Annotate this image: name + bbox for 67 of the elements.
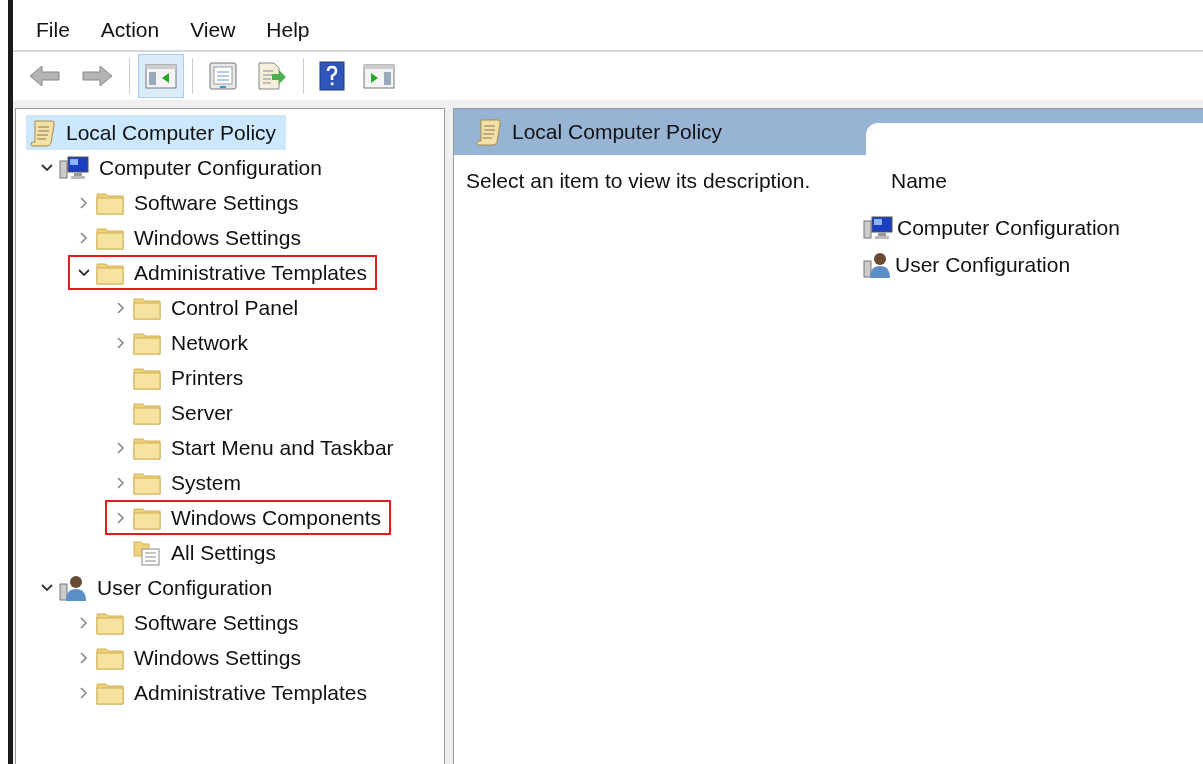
export-list-icon: [256, 61, 288, 91]
folder-icon: [133, 505, 161, 530]
pane-icon: [363, 62, 395, 90]
tree-item[interactable]: System: [105, 465, 251, 500]
tree-item[interactable]: Server: [105, 395, 243, 430]
expand-chevron-icon[interactable]: [79, 230, 89, 245]
computer-icon: [863, 214, 893, 241]
tree-item[interactable]: Computer Configuration: [31, 150, 332, 185]
tree-item[interactable]: Windows Settings: [68, 220, 311, 255]
collapse-chevron-icon[interactable]: [40, 582, 54, 593]
folder-icon: [133, 365, 161, 390]
list-item[interactable]: User Configuration: [861, 246, 1120, 283]
tree-item[interactable]: Start Menu and Taskbar: [105, 430, 404, 465]
tree-item[interactable]: Windows Settings: [68, 640, 311, 675]
pane-icon: [145, 62, 177, 90]
tree-item[interactable]: Printers: [105, 360, 254, 395]
expand-chevron-icon[interactable]: [79, 615, 89, 630]
folder-icon: [133, 435, 161, 460]
menu-item[interactable]: File: [36, 17, 70, 50]
folder-icon: [96, 190, 124, 215]
tree-item[interactable]: Administrative Templates: [68, 255, 378, 290]
tree-item[interactable]: Network: [105, 325, 259, 360]
help-icon: [319, 61, 345, 91]
expand-chevron-icon[interactable]: [79, 685, 89, 700]
tree-item[interactable]: Local Computer Policy: [26, 115, 287, 150]
description-text: Select an item to view its description.: [465, 169, 812, 194]
details-title: Local Computer Policy: [512, 120, 723, 144]
scroll-icon: [476, 118, 502, 146]
list-item[interactable]: Computer Configuration: [861, 209, 1120, 246]
computer-icon: [59, 154, 89, 181]
column-header[interactable]: Name: [861, 169, 1120, 209]
menu-item[interactable]: Action: [100, 17, 160, 50]
folder-icon: [96, 225, 124, 250]
tree-item[interactable]: Windows Components: [105, 500, 392, 535]
show-tree-button[interactable]: [138, 54, 184, 98]
folder-icon: [133, 330, 161, 355]
folder-icon: [96, 680, 124, 705]
folder-icon: [133, 400, 161, 425]
expand-chevron-icon[interactable]: [116, 300, 126, 315]
tree-item[interactable]: Control Panel: [105, 290, 309, 325]
folder-icon: [96, 260, 124, 285]
back-arrow-icon: [28, 63, 62, 89]
expand-chevron-icon[interactable]: [116, 440, 126, 455]
tree-item[interactable]: Software Settings: [68, 605, 309, 640]
folder-icon: [96, 645, 124, 670]
tree-item[interactable]: Software Settings: [68, 185, 309, 220]
folder-icon: [96, 610, 124, 635]
user-icon: [863, 250, 891, 279]
folder-icon: [133, 470, 161, 495]
tree-item[interactable]: User Configuration: [31, 570, 283, 605]
expand-chevron-icon[interactable]: [116, 335, 126, 350]
collapse-chevron-icon[interactable]: [77, 267, 91, 278]
collapse-chevron-icon[interactable]: [40, 162, 54, 173]
expand-chevron-icon[interactable]: [79, 195, 89, 210]
tree-item[interactable]: Administrative Templates: [68, 675, 378, 710]
forward-arrow-icon: [80, 63, 114, 89]
expand-chevron-icon[interactable]: [116, 475, 126, 490]
properties-icon: [208, 61, 238, 91]
menu-item[interactable]: Help: [266, 17, 310, 50]
scroll-icon: [30, 118, 56, 147]
settings-list-icon: [133, 539, 161, 566]
menu-item[interactable]: View: [190, 17, 236, 50]
folder-icon: [133, 295, 161, 320]
tree-item[interactable]: All Settings: [105, 535, 287, 570]
user-icon: [59, 573, 87, 602]
expand-chevron-icon[interactable]: [116, 510, 126, 525]
expand-chevron-icon[interactable]: [79, 650, 89, 665]
